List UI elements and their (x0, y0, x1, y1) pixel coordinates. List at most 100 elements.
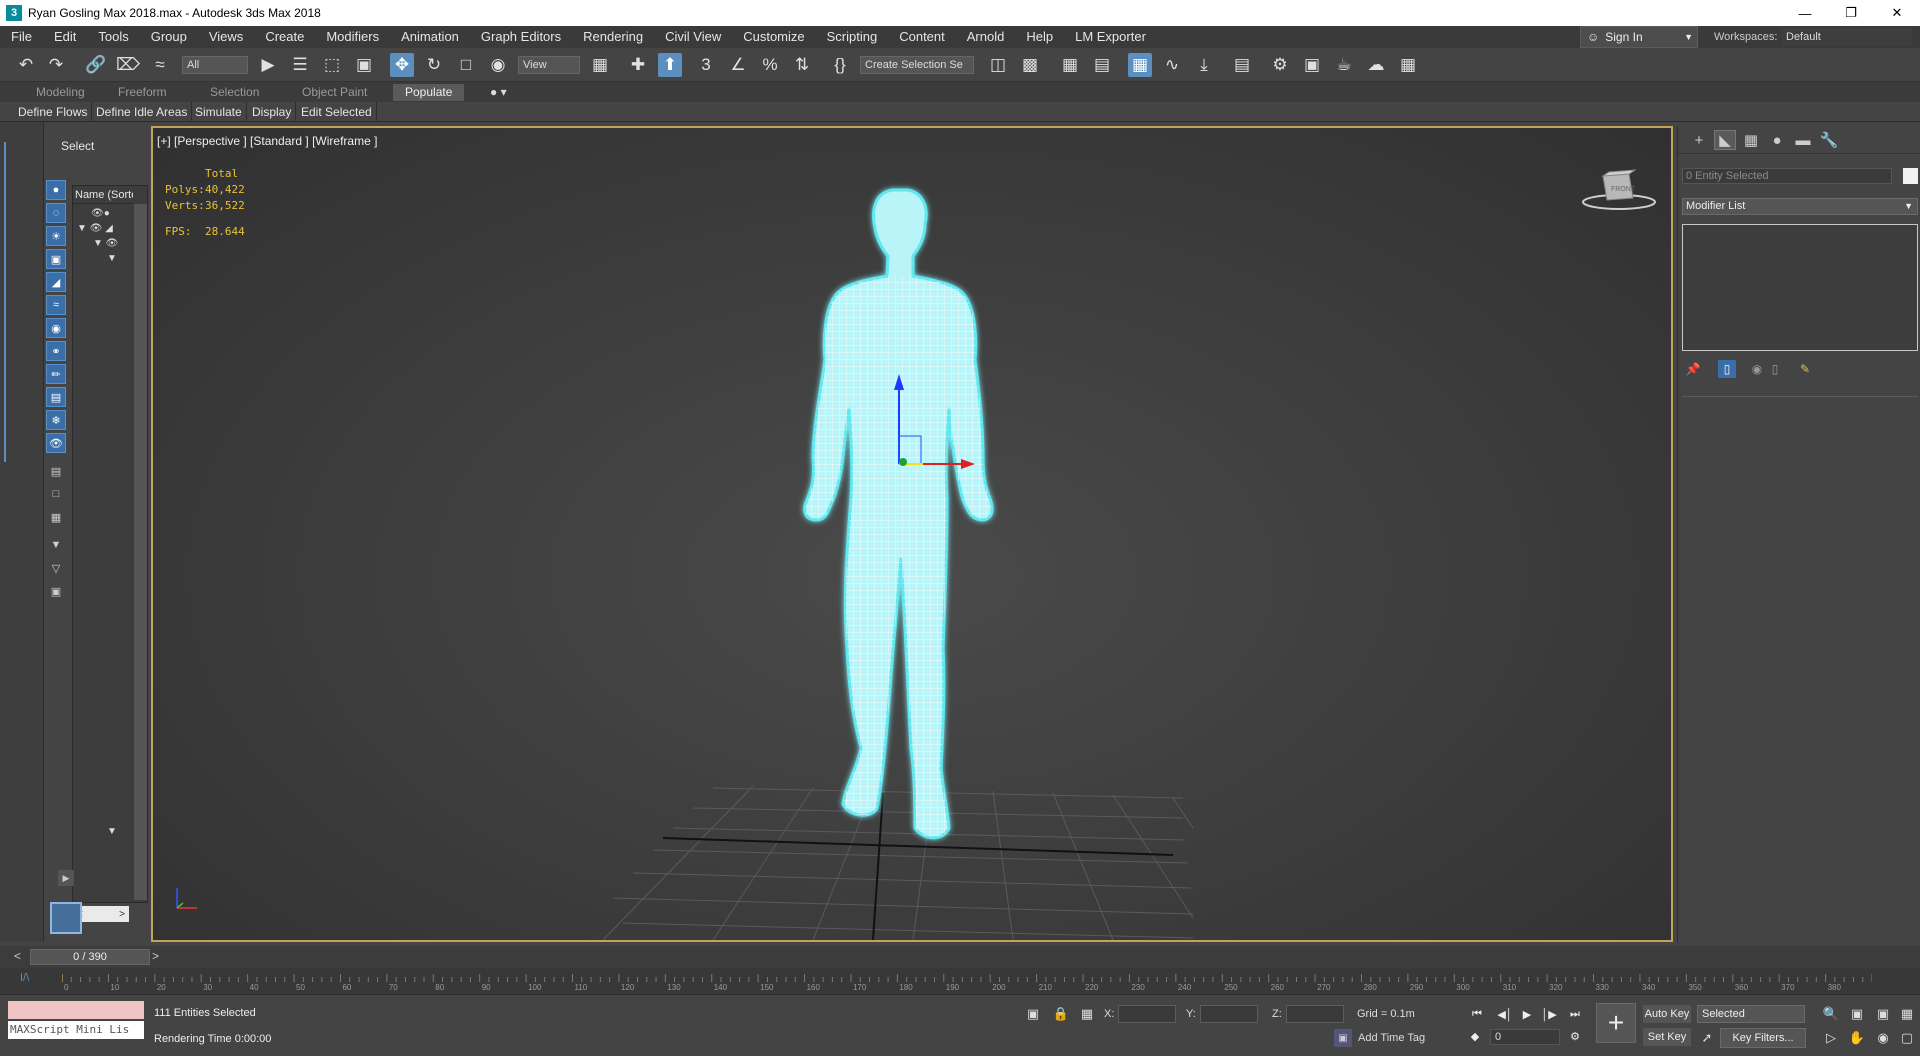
go-to-start-icon[interactable]: ⏮ (1468, 1005, 1486, 1023)
track-bar[interactable]: I/\ 0 10 20 30 40 50 60 70 80 90 100 110 120 130 140 15… (0, 968, 1920, 994)
folder-icon[interactable]: ▣ (46, 581, 66, 601)
viewport-label-menu[interactable]: [+] [Perspective ] [Standard ] [Wirefram… (157, 134, 377, 148)
object-color-swatch[interactable] (1903, 168, 1918, 184)
zoom-all-icon[interactable]: ▣ (1848, 1005, 1866, 1023)
configure-modifier-sets-icon[interactable]: ✎ (1796, 360, 1814, 378)
utilities-tab-icon[interactable]: 🔧 (1818, 130, 1840, 150)
select-by-name-icon[interactable]: ☰ (288, 53, 312, 77)
tree-expand-icon[interactable]: ▼ 👁 (93, 238, 118, 249)
visibility-icon[interactable]: 👁● (91, 208, 110, 219)
viewcube[interactable]: FRONT (1581, 166, 1661, 216)
spinner-snap-icon[interactable]: ⇅ (790, 53, 814, 77)
tree-expand-icon[interactable]: ▼ (107, 253, 117, 264)
restore-button[interactable]: ❐ (1828, 0, 1874, 26)
tab-modeling[interactable]: Modeling (36, 84, 85, 101)
3dsmax-app-icon[interactable]: 3 (6, 5, 22, 21)
menu-group[interactable]: Group (140, 26, 198, 48)
field-of-view-icon[interactable]: ▷ (1822, 1029, 1840, 1047)
key-filters-button[interactable]: Key Filters... (1720, 1028, 1806, 1048)
make-unique-icon[interactable]: ◉ (1748, 360, 1766, 378)
isolate-selection-icon[interactable]: ▣ (1024, 1005, 1042, 1023)
curve-editor-icon[interactable]: ∿ (1160, 53, 1184, 77)
key-selection-dropdown[interactable]: Selected (1697, 1005, 1805, 1023)
select-and-place-icon[interactable]: ◉ (486, 53, 510, 77)
maxscript-mini-listener[interactable]: MAXScript Mini Lis (8, 1021, 144, 1039)
undo-icon[interactable]: ↶ (14, 53, 38, 77)
hidden-filter-icon[interactable]: 👁 (46, 433, 66, 453)
maximize-viewport-icon[interactable]: ▢ (1898, 1029, 1916, 1047)
keyboard-shortcut-override-icon[interactable]: ⬆ (658, 53, 682, 77)
menu-customize[interactable]: Customize (732, 26, 815, 48)
zoom-extents-all-icon[interactable]: ▦ (1898, 1005, 1916, 1023)
close-button[interactable]: ✕ (1874, 0, 1920, 26)
rectangular-selection-icon[interactable]: ⬚ (320, 53, 344, 77)
menu-edit[interactable]: Edit (43, 26, 87, 48)
scene-explorer-select-label[interactable]: Select (61, 139, 94, 153)
maxscript-listener-output[interactable] (8, 1001, 144, 1019)
tree-expand-icon[interactable]: ▼ 👁 ◢ (77, 223, 113, 234)
previous-frame-icon[interactable]: < (14, 949, 28, 965)
layer-explorer-icon[interactable]: ▦ (1058, 53, 1082, 77)
select-and-move-icon[interactable]: ✥ (390, 53, 414, 77)
define-flows-button[interactable]: Define Flows (14, 102, 93, 122)
menu-scripting[interactable]: Scripting (816, 26, 889, 48)
set-keys-icon[interactable]: + (1596, 1003, 1636, 1043)
pin-stack-icon[interactable]: 📌 (1684, 360, 1702, 378)
space-warps-filter-icon[interactable]: ≈ (46, 295, 66, 315)
geometry-filter-icon[interactable]: ● (46, 180, 66, 200)
selection-filter-dropdown[interactable]: All (182, 56, 248, 74)
define-idle-areas-button[interactable]: Define Idle Areas (92, 102, 193, 122)
next-frame-icon[interactable]: > (152, 949, 166, 965)
name-column-header[interactable]: Name (Sorted Ascending) (73, 186, 133, 204)
scene-explorer-list[interactable]: Name (Sorted Ascending) 👁● ▼ 👁 ◢ ▼ 👁 ▼ ▼… (72, 185, 148, 922)
render-shortcuts-icon[interactable]: ▦ (1396, 53, 1420, 77)
default-in-out-tangent-icon[interactable]: ➚ (1698, 1029, 1716, 1047)
scene-explorer-icon[interactable]: ▦ (1128, 53, 1152, 77)
percent-snap-icon[interactable]: % (758, 53, 782, 77)
render-setup-icon[interactable]: ⚙ (1268, 53, 1292, 77)
select-object-icon[interactable]: ▶ (256, 53, 280, 77)
redo-icon[interactable]: ↷ (44, 53, 68, 77)
select-and-scale-icon[interactable]: □ (454, 53, 478, 77)
tab-object-paint[interactable]: Object Paint (302, 84, 367, 101)
reference-coordinate-dropdown[interactable]: View (518, 56, 580, 74)
funnel-icon[interactable]: ▽ (46, 558, 66, 578)
cameras-filter-icon[interactable]: ▣ (46, 249, 66, 269)
create-tab-icon[interactable]: + (1688, 130, 1710, 150)
previous-key-icon[interactable]: ◀│ (1496, 1005, 1514, 1023)
menu-help[interactable]: Help (1015, 26, 1064, 48)
pan-view-icon[interactable]: ✋ (1848, 1029, 1866, 1047)
y-coordinate-field[interactable] (1200, 1005, 1258, 1023)
hierarchy-tab-icon[interactable]: ▦ (1740, 130, 1762, 150)
filter-icon[interactable]: ▼ (46, 535, 66, 555)
menu-content[interactable]: Content (888, 26, 956, 48)
vertical-scrollbar[interactable] (134, 204, 147, 900)
menu-views[interactable]: Views (198, 26, 254, 48)
object-name-field[interactable]: 0 Entity Selected (1682, 168, 1892, 184)
containers-filter-icon[interactable]: ▤ (46, 387, 66, 407)
add-time-tag-button[interactable]: ▣ Add Time Tag (1334, 1029, 1425, 1047)
helpers-filter-icon[interactable]: ◢ (46, 272, 66, 292)
sign-in-button[interactable]: ☺ Sign In ▼ (1580, 26, 1698, 48)
named-selection-sets-dropdown[interactable]: Create Selection Se (860, 56, 974, 74)
tab-selection[interactable]: Selection (210, 84, 259, 101)
unlink-icon[interactable]: ⌦ (116, 53, 140, 77)
rendered-frame-window-icon[interactable]: ▣ (1300, 53, 1324, 77)
show-end-result-icon[interactable]: ▯ (1718, 360, 1736, 378)
mini-curve-editor-icon[interactable]: I/\ (20, 972, 29, 984)
snaps-toggle-icon[interactable]: 3 (694, 53, 718, 77)
auto-key-button[interactable]: Auto Key (1643, 1005, 1691, 1023)
menu-civil-view[interactable]: Civil View (654, 26, 732, 48)
zoom-icon[interactable]: 🔍 (1822, 1005, 1840, 1023)
menu-create[interactable]: Create (254, 26, 315, 48)
lights-filter-icon[interactable]: ☀ (46, 226, 66, 246)
viewport-layout-icon[interactable] (50, 902, 82, 934)
tab-populate[interactable]: Populate (393, 84, 465, 101)
play-icon[interactable]: ▶ (1518, 1005, 1536, 1023)
expand-panel-icon[interactable]: ▶ (58, 870, 74, 886)
bind-space-warp-icon[interactable]: ≈ (148, 53, 172, 77)
edit-named-selection-icon[interactable]: {} (828, 53, 852, 77)
minimize-button[interactable]: — (1782, 0, 1828, 26)
mirror-icon[interactable]: ◫ (986, 53, 1010, 77)
selection-lock-icon[interactable]: 🔒 (1052, 1005, 1070, 1023)
